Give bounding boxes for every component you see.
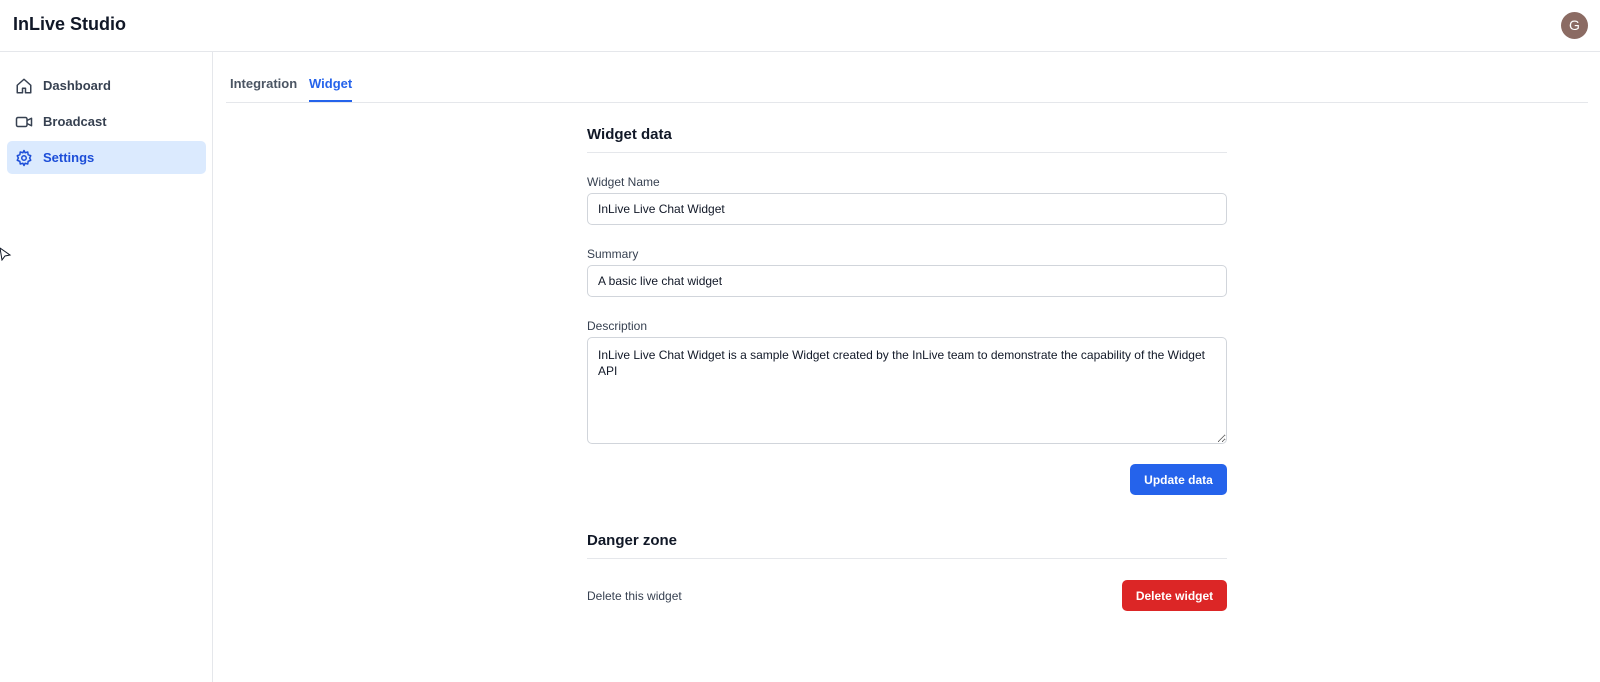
video-icon <box>14 112 34 132</box>
section-divider <box>587 558 1227 559</box>
user-avatar[interactable]: G <box>1561 12 1588 39</box>
tab-bar: Integration Widget <box>226 68 1588 103</box>
tab-integration[interactable]: Integration <box>230 76 297 100</box>
summary-input[interactable] <box>587 265 1227 297</box>
tab-widget[interactable]: Widget <box>309 76 353 102</box>
description-textarea[interactable]: InLive Live Chat Widget is a sample Widg… <box>587 337 1227 444</box>
summary-label: Summary <box>587 247 639 261</box>
danger-zone-title: Danger zone <box>587 532 678 549</box>
sidebar-item-label: Settings <box>43 150 95 165</box>
widget-name-input[interactable] <box>587 193 1227 225</box>
widget-data-title: Widget data <box>587 126 672 143</box>
sidebar-item-broadcast[interactable]: Broadcast <box>7 105 206 138</box>
app-title: InLive Studio <box>13 14 127 34</box>
description-label: Description <box>587 319 648 333</box>
sidebar-item-label: Broadcast <box>43 114 107 129</box>
gear-icon <box>14 148 34 168</box>
mouse-cursor-icon <box>0 247 12 261</box>
home-icon <box>14 76 34 96</box>
delete-widget-text: Delete this widget <box>587 589 682 603</box>
sidebar: Dashboard Broadcast Settings <box>0 52 213 682</box>
update-data-button[interactable]: Update data <box>1130 464 1227 495</box>
section-divider <box>587 152 1227 153</box>
top-bar: InLive Studio G <box>0 0 1600 52</box>
sidebar-item-settings[interactable]: Settings <box>7 141 206 174</box>
delete-widget-button[interactable]: Delete widget <box>1122 580 1227 611</box>
sidebar-item-dashboard[interactable]: Dashboard <box>7 69 206 102</box>
sidebar-item-label: Dashboard <box>43 78 111 93</box>
widget-name-label: Widget Name <box>587 175 660 189</box>
